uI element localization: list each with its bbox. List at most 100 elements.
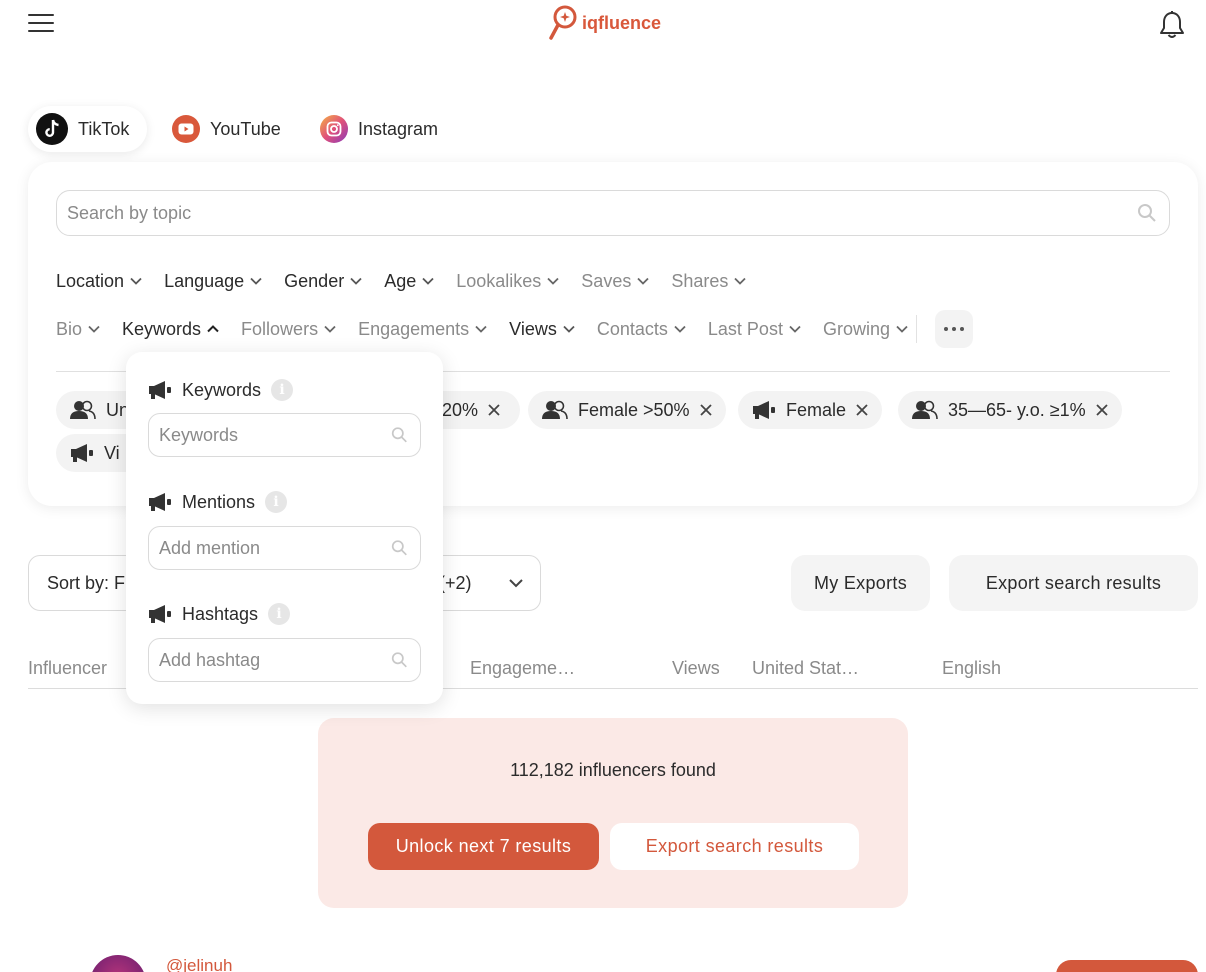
results-panel: [318, 718, 908, 908]
audience-icon: [542, 400, 568, 420]
tab-label: TikTok: [78, 118, 130, 139]
filter-label: Bio: [56, 318, 83, 339]
tab-youtube[interactable]: YouTube: [164, 106, 299, 152]
megaphone-icon: [149, 493, 171, 511]
filter-label: Lookalikes: [456, 270, 542, 291]
filter-last-post[interactable]: Last Post: [708, 319, 801, 340]
filter-label: Contacts: [596, 318, 668, 339]
filter-location[interactable]: Location: [56, 271, 142, 292]
bell-icon[interactable]: [1158, 10, 1186, 40]
button-label: Export search results: [985, 572, 1162, 593]
chevron-down-icon: [896, 325, 908, 333]
section-title: Keywords: [182, 379, 262, 400]
keywords-input[interactable]: [159, 424, 391, 446]
filter-age[interactable]: Age: [384, 271, 434, 292]
hashtags-section-label: Hashtags i: [148, 601, 291, 627]
tab-label: Instagram: [358, 118, 439, 139]
filter-language[interactable]: Language: [164, 271, 262, 292]
chip-label: Female >50%: [578, 399, 690, 420]
megaphone-icon: [753, 401, 775, 419]
action-button[interactable]: [1056, 960, 1198, 972]
filter-growing[interactable]: Growing: [823, 319, 908, 340]
close-icon[interactable]: [699, 404, 712, 416]
section-title: Mentions: [182, 491, 256, 512]
column-header-country[interactable]: United Stat…: [752, 658, 859, 679]
instagram-icon: [320, 115, 348, 143]
chip-label: Vi: [104, 442, 120, 463]
info-icon[interactable]: i: [265, 491, 288, 513]
filter-keywords[interactable]: Keywords: [122, 319, 219, 340]
hashtag-input[interactable]: [159, 649, 391, 671]
filter-label: Shares: [671, 270, 729, 291]
influencer-handle[interactable]: @jelinuh: [166, 956, 232, 972]
divider: [915, 315, 917, 343]
avatar[interactable]: [90, 955, 146, 972]
column-header-engagements[interactable]: Engageme…: [470, 658, 575, 679]
filter-views[interactable]: Views: [509, 319, 575, 340]
filter-contacts[interactable]: Contacts: [597, 319, 686, 340]
filter-shares[interactable]: Shares: [671, 270, 747, 292]
filter-label: Gender: [284, 270, 345, 291]
chevron-down-icon: [563, 325, 575, 333]
tab-instagram[interactable]: Instagram: [312, 106, 456, 152]
column-header-influencer[interactable]: Influencer: [28, 658, 107, 679]
search-icon: [391, 652, 407, 668]
chevron-down-icon: [350, 277, 362, 285]
keywords-input-box: [148, 413, 421, 457]
megaphone-icon: [71, 444, 93, 462]
chevron-up-icon: [207, 325, 219, 333]
sort-label: Sort by: F: [47, 572, 126, 593]
more-filters-button[interactable]: [934, 310, 973, 348]
search-icon[interactable]: [1137, 203, 1157, 223]
close-icon[interactable]: [488, 404, 500, 416]
tab-tiktok[interactable]: TikTok: [28, 106, 148, 152]
filter-followers[interactable]: Followers: [241, 319, 336, 340]
filter-label: Saves: [581, 270, 632, 291]
chip-label: 20%: [442, 399, 479, 420]
filter-label: Last Post: [707, 318, 783, 339]
unlock-results-button[interactable]: Unlock next 7 results: [368, 823, 599, 870]
logo-text: iqfluence: [582, 12, 662, 33]
section-title: Hashtags: [182, 603, 259, 624]
export-search-results-button-secondary[interactable]: Export search results: [610, 823, 859, 870]
filter-label: Keywords: [122, 318, 202, 339]
filter-gender[interactable]: Gender: [284, 271, 362, 292]
close-icon[interactable]: [856, 404, 868, 416]
dot: [959, 327, 964, 331]
filter-chip[interactable]: 35—65- y.o. ≥1%: [898, 391, 1122, 429]
filter-bio[interactable]: Bio: [56, 319, 100, 340]
my-exports-button[interactable]: My Exports: [791, 555, 930, 611]
info-icon[interactable]: i: [271, 379, 294, 401]
column-header-language[interactable]: English: [942, 658, 1001, 679]
column-header-views[interactable]: Views: [672, 658, 720, 679]
filter-chip[interactable]: Female >50%: [528, 391, 726, 429]
chevron-down-icon: [674, 325, 686, 333]
export-search-results-button[interactable]: Export search results: [949, 555, 1198, 611]
info-icon[interactable]: i: [268, 603, 291, 625]
filter-label: Followers: [241, 318, 319, 339]
chevron-down-icon: [422, 277, 434, 285]
search-input[interactable]: [67, 202, 1137, 224]
logo[interactable]: iqfluence: [548, 4, 661, 42]
dot: [951, 327, 956, 331]
filter-engagements[interactable]: Engagements: [358, 319, 487, 340]
tiktok-icon: [36, 113, 68, 145]
menu-icon[interactable]: [28, 14, 54, 34]
filter-lookalikes[interactable]: Lookalikes: [456, 271, 559, 292]
chevron-down-icon: [734, 277, 747, 285]
chevron-down-icon: [475, 325, 487, 333]
audience-icon: [70, 400, 96, 420]
tab-label: YouTube: [210, 118, 281, 139]
chevron-down-icon: [509, 579, 523, 588]
button-label: Export search results: [645, 836, 824, 856]
filter-label: Engagements: [358, 318, 470, 339]
magnifier-logo-icon: [549, 5, 577, 40]
mention-input[interactable]: [159, 537, 391, 559]
filter-saves[interactable]: Saves: [581, 271, 649, 292]
close-icon[interactable]: [1095, 404, 1108, 416]
megaphone-icon: [149, 605, 171, 623]
filter-chip[interactable]: Female: [738, 391, 883, 429]
audience-icon: [912, 400, 938, 420]
dot: [943, 327, 948, 331]
filter-label: Growing: [822, 318, 890, 339]
